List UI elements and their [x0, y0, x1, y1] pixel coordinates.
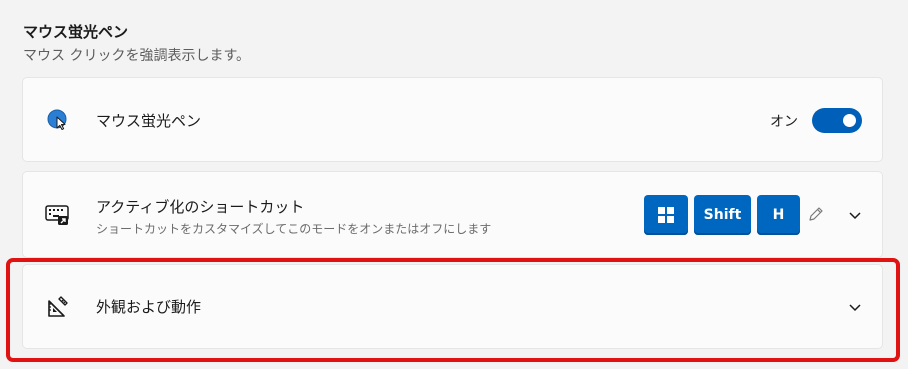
section-description: マウス クリックを強調表示します。	[23, 48, 251, 64]
windows-logo-icon	[658, 207, 674, 223]
shortcut-title: アクティブ化のショートカット	[96, 198, 305, 216]
toggle-state-label: オン	[770, 114, 798, 130]
windows-key	[644, 195, 688, 235]
edit-shortcut-pencil-icon[interactable]	[806, 204, 826, 224]
section-title: マウス蛍光ペン	[23, 23, 129, 41]
keyboard-shortcut-icon	[45, 202, 71, 228]
mouse-highlighter-toggle[interactable]	[812, 108, 862, 133]
settings-page: マウス蛍光ペン マウス クリックを強調表示します。 マウス蛍光ペン オン アクテ…	[0, 0, 908, 369]
appearance-behavior-card[interactable]: 外観および動作	[22, 264, 883, 349]
toggle-knob	[843, 114, 856, 127]
expand-chevron-down-icon[interactable]	[847, 207, 863, 223]
activation-shortcut-card[interactable]: アクティブ化のショートカット ショートカットをカスタマイズしてこのモードをオンま…	[22, 171, 883, 258]
expand-chevron-down-icon[interactable]	[847, 299, 863, 315]
mouse-highlighter-label: マウス蛍光ペン	[96, 112, 202, 130]
shortcut-keys: Shift H	[644, 195, 800, 235]
mouse-highlighter-toggle-card: マウス蛍光ペン オン	[22, 77, 883, 162]
appearance-behavior-title: 外観および動作	[96, 298, 202, 316]
shift-key: Shift	[694, 195, 751, 235]
mouse-highlighter-icon	[45, 107, 71, 133]
shortcut-description: ショートカットをカスタマイズしてこのモードをオンまたはオフにします	[96, 222, 492, 236]
appearance-ruler-icon	[45, 294, 71, 320]
h-key: H	[757, 195, 800, 235]
